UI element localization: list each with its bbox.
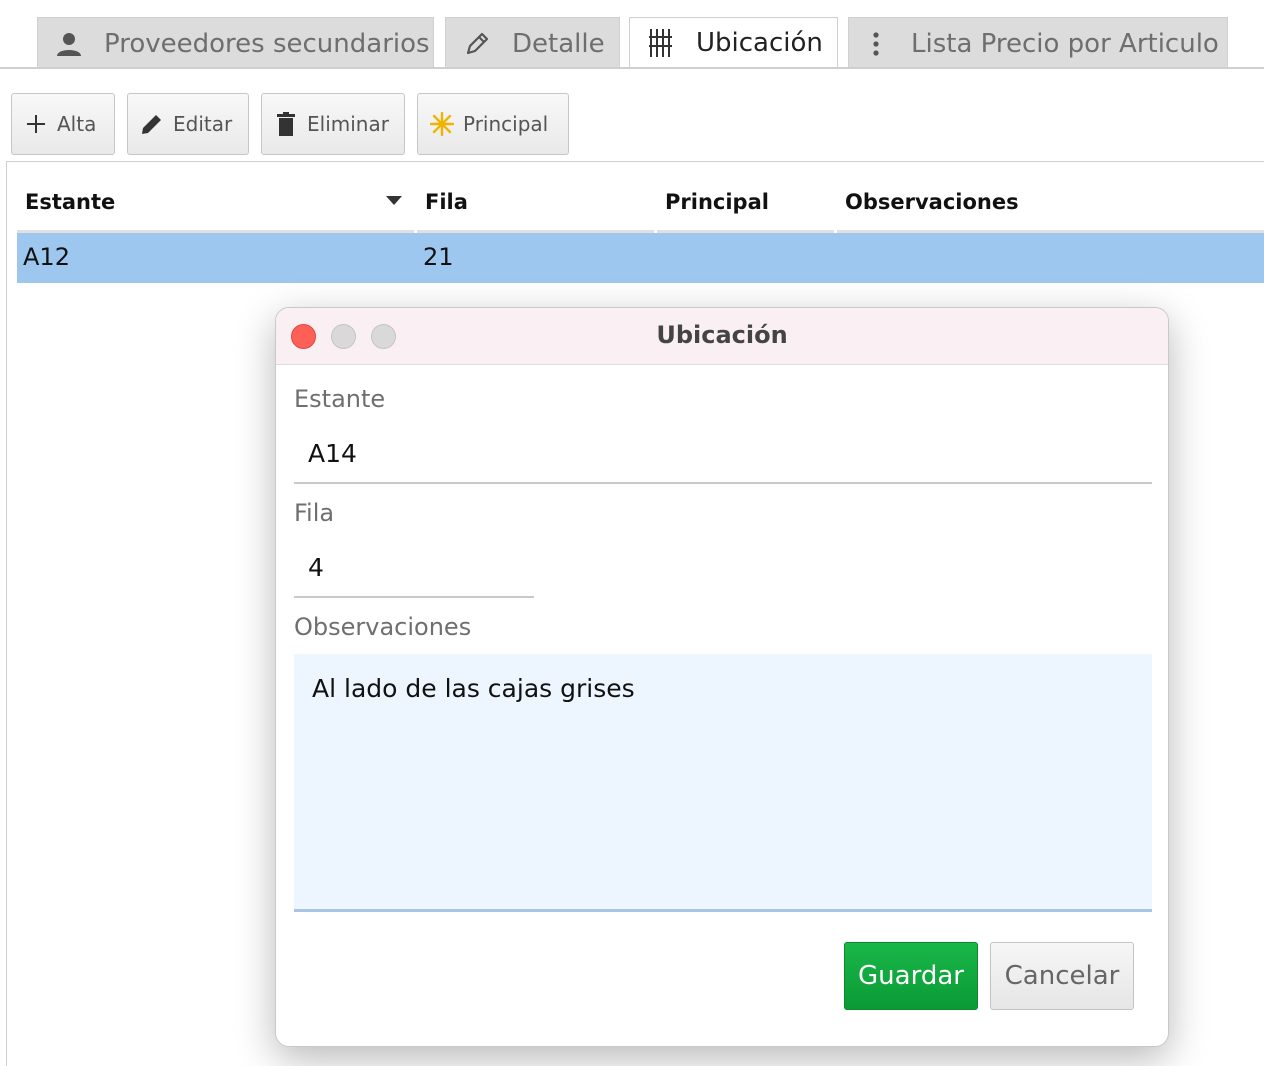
estante-input[interactable]: A14	[294, 424, 1152, 484]
eliminar-button[interactable]: Eliminar	[261, 93, 405, 155]
column-header-observaciones[interactable]: Observaciones	[845, 190, 1019, 214]
tab-detalle[interactable]: Detalle	[445, 17, 620, 69]
column-header-fila[interactable]: Fila	[425, 190, 468, 214]
tab-bar: Proveedores secundarios Detalle Ubicació…	[0, 0, 1264, 70]
tab-proveedores-secundarios[interactable]: Proveedores secundarios	[37, 17, 434, 69]
tab-bar-divider	[0, 67, 1264, 69]
column-header-principal[interactable]: Principal	[665, 190, 769, 214]
tab-label: Detalle	[512, 28, 605, 59]
cell-estante: A12	[23, 243, 70, 271]
pencil-icon	[140, 112, 164, 136]
observaciones-textarea[interactable]: Al lado de las cajas grises	[294, 654, 1152, 912]
trash-icon	[274, 112, 298, 136]
principal-label: Principal	[463, 112, 549, 136]
tab-label: Ubicación	[696, 28, 823, 58]
sort-descending-icon[interactable]	[386, 196, 402, 205]
tab-label: Lista Precio por Articulo	[911, 28, 1219, 59]
person-icon	[52, 27, 86, 61]
ubicacion-dialog: Ubicación Estante A14 Fila 4 Observacion…	[275, 307, 1169, 1047]
editar-button[interactable]: Editar	[127, 93, 249, 155]
tab-ubicacion[interactable]: Ubicación	[629, 17, 838, 70]
column-header-estante[interactable]: Estante	[25, 190, 115, 214]
dialog-title: Ubicación	[656, 321, 788, 349]
pencil-icon	[460, 27, 494, 61]
tab-lista-precio-por-articulo[interactable]: Lista Precio por Articulo	[848, 17, 1228, 69]
editar-label: Editar	[173, 112, 233, 136]
cell-fila: 21	[423, 243, 454, 271]
estante-label: Estante	[294, 385, 386, 413]
observaciones-label: Observaciones	[294, 613, 472, 641]
asterisk-star-icon	[430, 112, 454, 136]
table-row[interactable]	[17, 233, 1264, 283]
fila-label: Fila	[294, 499, 335, 527]
dialog-titlebar[interactable]: Ubicación	[276, 308, 1168, 365]
cancelar-button[interactable]: Cancelar	[990, 942, 1134, 1010]
guardar-button[interactable]: Guardar	[844, 942, 978, 1010]
tab-label: Proveedores secundarios	[104, 28, 430, 59]
alta-label: Alta	[57, 112, 97, 136]
principal-button[interactable]: Principal	[417, 93, 569, 155]
fila-input[interactable]: 4	[294, 538, 534, 598]
plus-icon	[24, 112, 48, 136]
vertical-dots-icon	[859, 27, 893, 61]
shelves-icon	[644, 26, 678, 60]
eliminar-label: Eliminar	[307, 112, 389, 136]
alta-button[interactable]: Alta	[11, 93, 115, 155]
